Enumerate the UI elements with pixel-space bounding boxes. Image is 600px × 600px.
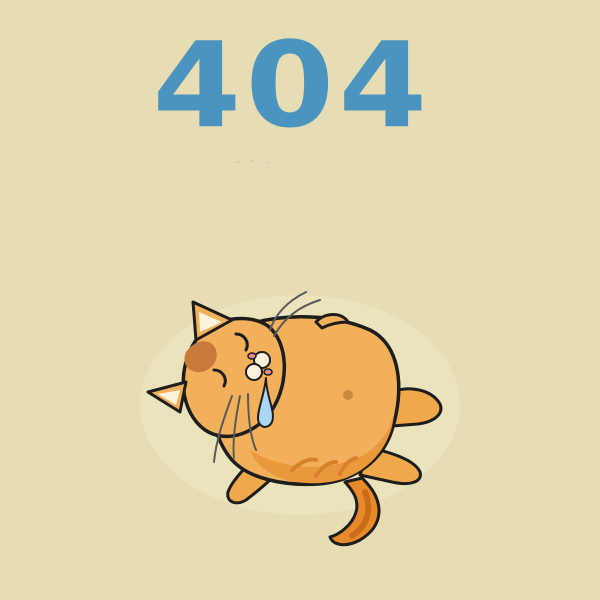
error-page: 404 bbox=[0, 0, 600, 600]
sad-cat-illustration bbox=[140, 291, 460, 547]
